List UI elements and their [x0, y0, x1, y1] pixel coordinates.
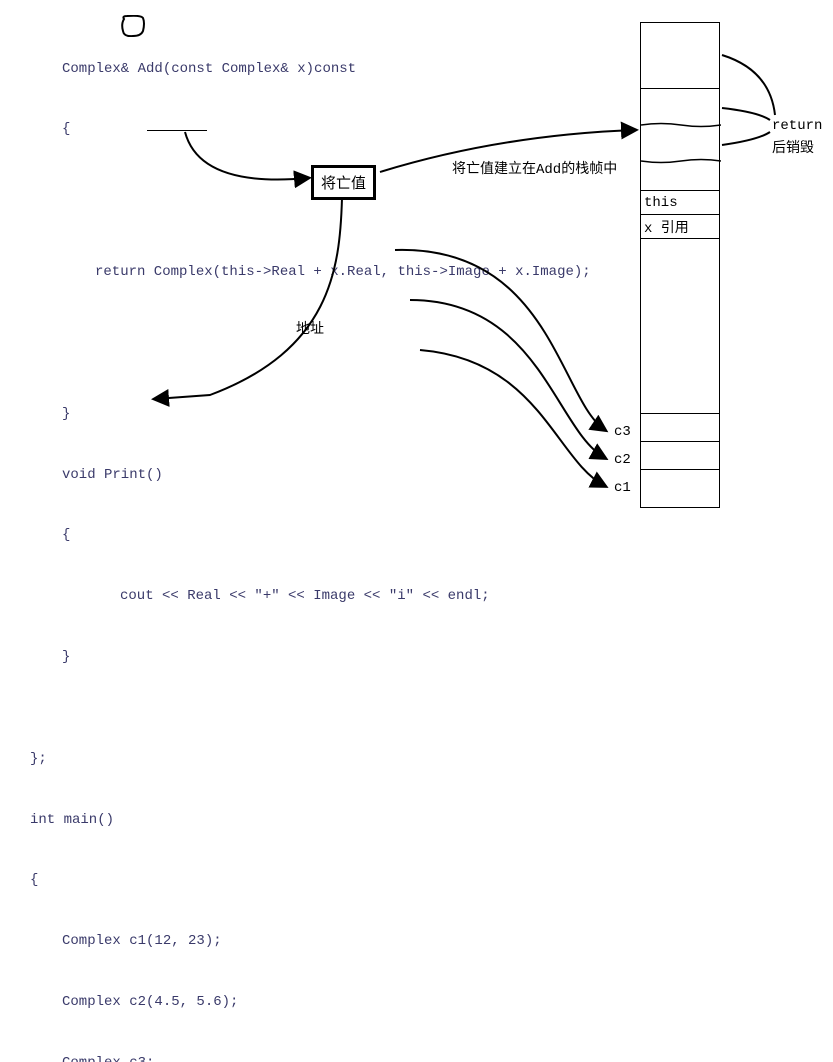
- return-note-line2: 后销毁: [772, 137, 814, 157]
- stack-diagram: this x 引用: [640, 22, 720, 508]
- stack-row-c1: [641, 470, 719, 498]
- dying-value-label: 将亡值: [321, 176, 366, 193]
- arrow-destroy-2: [722, 108, 770, 120]
- stack-row: this: [641, 191, 719, 215]
- stack-row: [641, 239, 719, 414]
- stack-label-c1: c1: [614, 480, 631, 496]
- dying-value-note: 将亡值建立在Add的栈帧中: [452, 158, 617, 178]
- stack-row: x 引用: [641, 215, 719, 239]
- code-line: void Print(): [0, 465, 600, 485]
- code-line: Complex c3;: [0, 1053, 600, 1062]
- stack-row-c3: [641, 414, 719, 442]
- return-note-line1: return: [772, 118, 822, 134]
- address-label: 地址: [296, 318, 324, 338]
- code-line: {: [0, 870, 600, 890]
- arrow-destroy-1: [722, 55, 775, 115]
- code-line: int main(): [0, 810, 600, 830]
- stack-row: [641, 23, 719, 89]
- code-line: Complex c1(12, 23);: [0, 931, 600, 951]
- code-line: }: [0, 647, 600, 667]
- stack-this-label: this: [644, 195, 678, 211]
- code-line: Complex& Add(const Complex& x)const: [0, 59, 600, 79]
- stack-row: [641, 161, 719, 191]
- dying-value-box: 将亡值: [311, 165, 376, 200]
- stack-xref-label: x 引用: [644, 217, 689, 237]
- code-line: };: [0, 749, 600, 769]
- code-line: return Complex(this->Real + x.Real, this…: [0, 262, 600, 282]
- code-line: Complex c2(4.5, 5.6);: [0, 992, 600, 1012]
- stack-row: [641, 125, 719, 161]
- stack-label-c2: c2: [614, 452, 631, 468]
- stack-label-c3: c3: [614, 424, 631, 440]
- stack-row-c2: [641, 442, 719, 470]
- underline-icon: [147, 130, 207, 131]
- code-line: }: [0, 404, 600, 424]
- arrow-destroy-3: [722, 132, 770, 145]
- code-line: {: [0, 119, 600, 139]
- code-line: cout << Real << "+" << Image << "i" << e…: [0, 586, 600, 606]
- code-line: {: [0, 525, 600, 545]
- stack-row: [641, 89, 719, 125]
